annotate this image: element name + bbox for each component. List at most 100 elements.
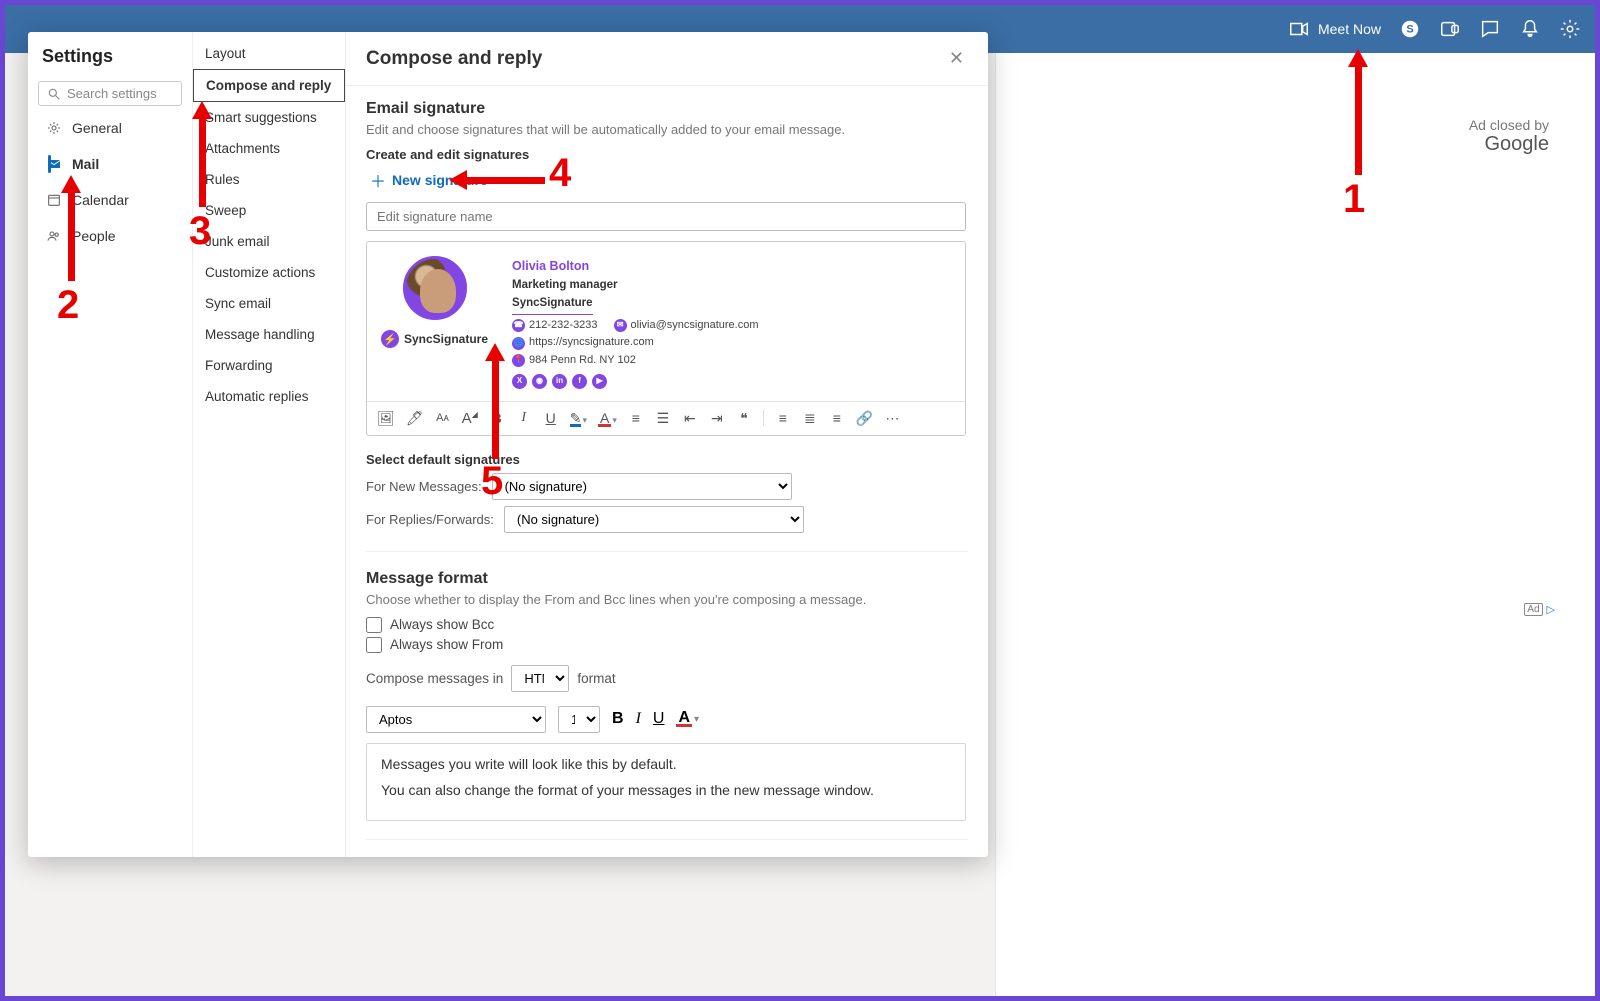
always-from-checkbox[interactable] [366,637,382,653]
underline-toggle[interactable]: U [653,710,665,728]
category-people[interactable]: People [38,222,182,250]
search-settings-input[interactable]: Search settings [38,81,182,106]
sub-automatic-replies[interactable]: Automatic replies [193,381,345,412]
compose-format-select[interactable]: HTML [511,665,569,692]
sub-smart-suggestions[interactable]: Smart suggestions [193,102,345,133]
email-signature-desc: Edit and choose signatures that will be … [366,122,968,137]
gear-icon [46,120,62,136]
video-icon [1288,18,1310,40]
email-icon: ✉ [614,319,627,332]
italic-toggle[interactable]: I [636,710,641,728]
globe-icon: 🌐 [512,337,525,350]
skype-icon[interactable]: S [1399,18,1421,40]
search-placeholder: Search settings [67,86,157,101]
new-signature-button[interactable]: ＋ New signature [370,168,968,192]
sub-sweep[interactable]: Sweep [193,195,345,226]
category-calendar[interactable]: Calendar [38,186,182,214]
sub-rules[interactable]: Rules [193,164,345,195]
font-size-decrease-icon[interactable]: Aᴀ [435,412,451,424]
for-new-select[interactable]: (No signature) [492,473,792,500]
category-general[interactable]: General [38,114,182,142]
sig-website: https://syncsignature.com [529,334,654,352]
underline-icon[interactable]: U [543,410,559,426]
compose-format-row: Compose messages in HTML format [366,665,968,692]
always-bcc-label: Always show Bcc [390,617,494,632]
insert-image-icon[interactable]: 🖼 [377,410,395,427]
close-button[interactable]: ✕ [945,44,968,73]
align-right-icon[interactable]: ≡ [829,410,845,426]
bulleted-list-icon[interactable]: ≡ [628,410,644,426]
sub-message-handling[interactable]: Message handling [193,319,345,350]
right-pane: Ad closed by Google Ad ▷ [995,53,1595,996]
linkedin-icon[interactable]: in [552,374,567,389]
bold-icon[interactable]: B [489,410,505,426]
content-header: Compose and reply ✕ [346,32,988,86]
sig-company: SyncSignature [512,294,593,314]
ad-badge-label: Ad [1524,603,1542,616]
brand-name: SyncSignature [404,332,488,346]
pin-icon: 📍 [512,354,525,367]
text-highlight-icon[interactable]: ✎▾ [570,410,587,427]
font-size-increase-icon[interactable]: A◢ [462,410,478,427]
for-replies-select[interactable]: (No signature) [504,506,804,533]
separator [763,410,764,426]
youtube-icon[interactable]: ▶ [592,374,607,389]
people-icon [46,228,62,244]
select-defaults-label: Select default signatures [366,452,968,467]
font-color-icon[interactable]: A▾ [598,410,617,427]
category-mail[interactable]: Mail [38,150,182,178]
always-bcc-row[interactable]: Always show Bcc [366,617,968,633]
default-font-row: Aptos 12 B I U A▾ [366,706,968,733]
indent-icon[interactable]: ⇥ [709,410,725,427]
sub-compose-and-reply[interactable]: Compose and reply [193,69,345,102]
ad-closed-label: Ad closed by [1469,117,1549,133]
chat-icon[interactable] [1479,18,1501,40]
ad-badge[interactable]: Ad ▷ [1524,603,1555,616]
sub-customize-actions[interactable]: Customize actions [193,257,345,288]
bell-icon[interactable] [1519,18,1541,40]
brand-logo-icon: ⚡ [381,330,399,348]
preview-line-2: You can also change the format of your m… [381,782,951,798]
content-title: Compose and reply [366,48,542,70]
adchoices-icon: ▷ [1547,603,1555,616]
bold-toggle[interactable]: B [612,710,624,728]
sub-attachments[interactable]: Attachments [193,133,345,164]
sub-layout[interactable]: Layout [193,38,345,69]
highlighter-icon[interactable]: 🖊 [406,410,424,427]
link-icon[interactable]: 🔗 [856,410,873,427]
search-icon [47,87,61,101]
facebook-icon[interactable]: f [572,374,587,389]
sig-social-row: X ◉ in f ▶ [512,374,758,389]
calendar-icon [46,192,62,208]
settings-sidebar-subcategories: Layout Compose and reply Smart suggestio… [193,32,346,857]
new-signature-label: New signature [392,172,488,188]
sub-junk-email[interactable]: Junk email [193,226,345,257]
x-icon[interactable]: X [512,374,527,389]
always-from-label: Always show From [390,637,503,652]
font-size-select[interactable]: 12 [558,706,600,733]
align-center-icon[interactable]: ≣ [802,410,818,427]
font-family-select[interactable]: Aptos [366,706,546,733]
gear-icon[interactable] [1559,18,1581,40]
sub-forwarding[interactable]: Forwarding [193,350,345,381]
font-color-toggle[interactable]: A▾ [676,712,699,727]
signature-editor[interactable]: ⚡ SyncSignature Olivia Bolton Marketing … [366,241,966,436]
outdent-icon[interactable]: ⇤ [682,410,698,427]
signature-name-input[interactable] [366,202,966,231]
instagram-icon[interactable]: ◉ [532,374,547,389]
always-from-row[interactable]: Always show From [366,637,968,653]
sig-person-title: Marketing manager [512,276,758,294]
sub-sync-email[interactable]: Sync email [193,288,345,319]
for-replies-row: For Replies/Forwards: (No signature) [366,506,968,533]
more-icon[interactable]: ⋯ [884,410,900,427]
quote-icon[interactable]: ❝ [736,410,752,427]
numbered-list-icon[interactable]: ☰ [655,410,671,427]
teams-icon[interactable] [1439,18,1461,40]
meet-now-label: Meet Now [1318,21,1381,37]
compose-in-pre: Compose messages in [366,671,503,686]
signature-info: Olivia Bolton Marketing manager SyncSign… [512,256,758,389]
align-left-icon[interactable]: ≡ [775,410,791,426]
meet-now-button[interactable]: Meet Now [1288,18,1381,40]
always-bcc-checkbox[interactable] [366,617,382,633]
italic-icon[interactable]: I [516,410,532,426]
